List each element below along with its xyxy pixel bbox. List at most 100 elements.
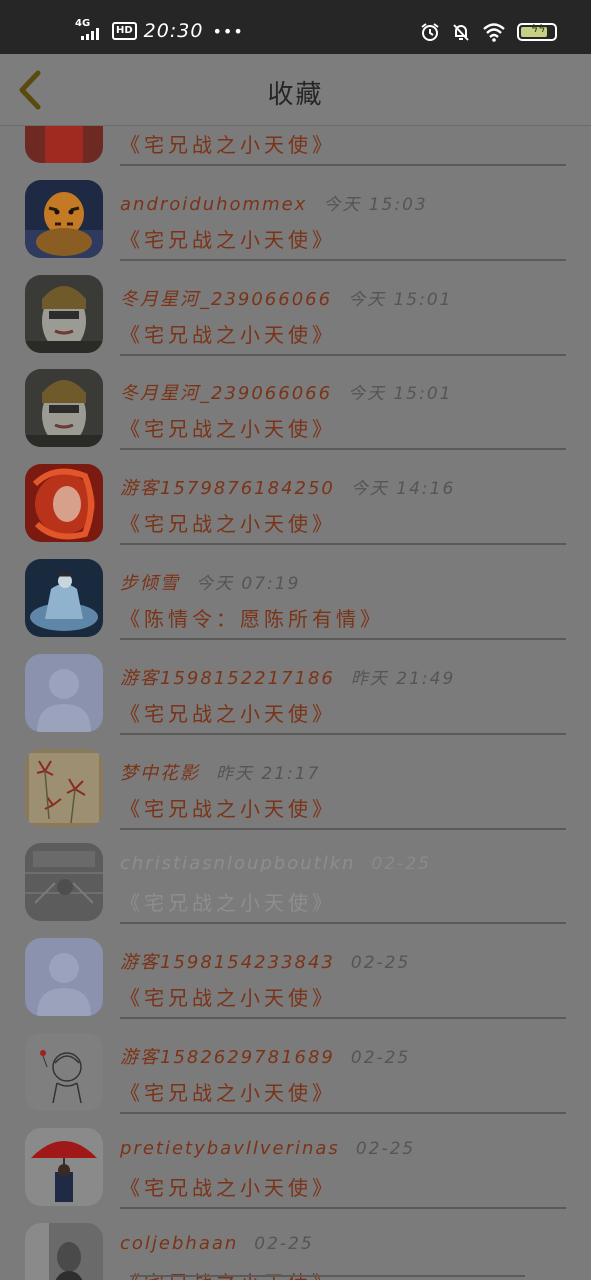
divider bbox=[120, 259, 566, 261]
favorite-item[interactable]: coljebhaan 02-25 《宅兄战之小天使》 bbox=[0, 1223, 591, 1280]
status-right: ϟϟ bbox=[420, 20, 557, 44]
divider bbox=[120, 922, 566, 924]
avatar[interactable] bbox=[25, 749, 103, 827]
user-name[interactable]: 冬月星河_239066066 bbox=[120, 289, 332, 310]
divider bbox=[120, 1017, 566, 1019]
item-meta: coljebhaan 02-25 bbox=[120, 1233, 314, 1254]
work-title-link[interactable]: 《宅兄战之小天使》 bbox=[120, 1267, 336, 1280]
timestamp: 今天 15:01 bbox=[348, 290, 453, 310]
favorite-item[interactable]: 步倾雪 今天 07:19 《陈情令：愿陈所有情》 bbox=[0, 559, 591, 654]
timestamp: 02-25 bbox=[350, 953, 411, 973]
avatar[interactable] bbox=[25, 1128, 103, 1206]
item-meta: 冬月星河_239066066 今天 15:01 bbox=[120, 285, 452, 311]
work-title-link[interactable]: 《宅兄战之小天使》 bbox=[120, 413, 336, 442]
favorite-item[interactable]: pretietybavllverinas 02-25 《宅兄战之小天使》 bbox=[0, 1128, 591, 1223]
header-bar: 收藏 bbox=[0, 54, 591, 126]
favorite-item[interactable]: androiduhommex 今天 15:03 《宅兄战之小天使》 bbox=[0, 180, 591, 275]
timestamp: 02-25 bbox=[371, 854, 431, 874]
divider bbox=[120, 1207, 566, 1209]
favorite-item[interactable]: christiasnloupboutlkn 02-25 《宅兄战之小天使》 bbox=[0, 843, 591, 938]
divider bbox=[120, 638, 566, 640]
item-meta: 梦中花影 昨天 21:17 bbox=[120, 759, 320, 785]
favorite-item[interactable]: 游客1598154233843 02-25 《宅兄战之小天使》 bbox=[0, 938, 591, 1033]
user-name[interactable]: 游客1598154233843 bbox=[120, 952, 335, 973]
favorite-item[interactable]: 《宅兄战之小天使》 bbox=[0, 126, 591, 180]
item-meta: 步倾雪 今天 07:19 bbox=[120, 569, 300, 595]
avatar[interactable] bbox=[25, 938, 103, 1016]
favorite-item[interactable]: 游客1579876184250 今天 14:16 《宅兄战之小天使》 bbox=[0, 464, 591, 559]
work-title-link[interactable]: 《宅兄战之小天使》 bbox=[120, 319, 336, 348]
divider bbox=[120, 733, 566, 735]
status-left: 4G HD 20:30 ••• bbox=[75, 18, 244, 44]
avatar[interactable] bbox=[25, 275, 103, 353]
favorites-list[interactable]: 《宅兄战之小天使》 androiduhommex 今天 15:03 《宅兄战之小天使》… bbox=[0, 126, 591, 1280]
item-meta: 游客1579876184250 今天 14:16 bbox=[120, 474, 455, 500]
user-name[interactable]: 游客1582629781689 bbox=[120, 1047, 335, 1068]
status-bar: 4G HD 20:30 ••• ϟϟ bbox=[0, 0, 591, 54]
avatar[interactable] bbox=[25, 180, 103, 258]
more-notifications-icon: ••• bbox=[212, 21, 244, 41]
favorite-item[interactable]: 梦中花影 昨天 21:17 《宅兄战之小天使》 bbox=[0, 749, 591, 844]
user-name[interactable]: 游客1579876184250 bbox=[120, 478, 335, 499]
work-title-link[interactable]: 《宅兄战之小天使》 bbox=[120, 793, 336, 822]
avatar[interactable] bbox=[25, 1223, 103, 1280]
timestamp: 今天 15:03 bbox=[323, 195, 428, 215]
item-meta: 游客1598154233843 02-25 bbox=[120, 948, 410, 974]
avatar[interactable] bbox=[25, 1033, 103, 1111]
user-name[interactable]: christiasnloupboutlkn bbox=[120, 853, 356, 874]
timestamp: 昨天 21:49 bbox=[350, 669, 456, 689]
user-name[interactable]: 冬月星河_239066066 bbox=[120, 383, 332, 404]
work-title-link[interactable]: 《宅兄战之小天使》 bbox=[120, 1172, 336, 1201]
favorite-item[interactable]: 冬月星河_239066066 今天 15:01 《宅兄战之小天使》 bbox=[0, 275, 591, 370]
notifications-off-icon bbox=[453, 24, 469, 41]
favorite-item[interactable]: 游客1582629781689 02-25 《宅兄战之小天使》 bbox=[0, 1033, 591, 1128]
timestamp: 02-25 bbox=[350, 1048, 411, 1068]
work-title-link[interactable]: 《宅兄战之小天使》 bbox=[120, 508, 336, 537]
status-time: 20:30 bbox=[143, 20, 204, 42]
wifi-icon bbox=[483, 23, 505, 42]
avatar[interactable] bbox=[25, 464, 103, 542]
work-title-link[interactable]: 《宅兄战之小天使》 bbox=[120, 1077, 336, 1106]
user-name[interactable]: 梦中花影 bbox=[120, 763, 200, 784]
timestamp: 02-25 bbox=[355, 1139, 416, 1159]
page-title: 收藏 bbox=[267, 80, 324, 110]
item-meta: pretietybavllverinas 02-25 bbox=[120, 1138, 415, 1159]
item-meta: androiduhommex 今天 15:03 bbox=[120, 190, 428, 215]
timestamp: 今天 15:01 bbox=[348, 384, 453, 404]
work-title-link[interactable]: 《宅兄战之小天使》 bbox=[120, 982, 336, 1011]
divider bbox=[120, 164, 566, 166]
user-name[interactable]: 步倾雪 bbox=[120, 573, 180, 594]
timestamp: 昨天 21:17 bbox=[216, 764, 321, 784]
user-name[interactable]: androiduhommex bbox=[120, 194, 307, 215]
user-name[interactable]: coljebhaan bbox=[120, 1233, 238, 1254]
avatar[interactable] bbox=[25, 843, 103, 921]
avatar[interactable] bbox=[25, 559, 103, 637]
avatar[interactable] bbox=[25, 369, 103, 447]
divider bbox=[120, 448, 566, 450]
work-title-link[interactable]: 《宅兄战之小天使》 bbox=[120, 887, 336, 916]
avatar[interactable] bbox=[25, 654, 103, 732]
work-title-link[interactable]: 《宅兄战之小天使》 bbox=[120, 224, 336, 253]
avatar[interactable] bbox=[25, 126, 103, 163]
item-meta: 游客1582629781689 02-25 bbox=[120, 1043, 410, 1069]
favorite-item[interactable]: 游客1598152217186 昨天 21:49 《宅兄战之小天使》 bbox=[0, 654, 591, 749]
alarm-icon bbox=[421, 23, 439, 41]
item-meta: christiasnloupboutlkn 02-25 bbox=[120, 853, 431, 874]
user-name[interactable]: 游客1598152217186 bbox=[120, 668, 335, 689]
timestamp: 02-25 bbox=[254, 1234, 314, 1254]
user-name[interactable]: pretietybavllverinas bbox=[120, 1138, 340, 1159]
divider bbox=[120, 543, 566, 545]
scroll-indicator bbox=[130, 1275, 525, 1277]
divider bbox=[120, 1112, 566, 1114]
hd-badge: HD bbox=[112, 22, 137, 40]
favorite-item[interactable]: 冬月星河_239066066 今天 15:01 《宅兄战之小天使》 bbox=[0, 369, 591, 464]
item-meta: 游客1598152217186 昨天 21:49 bbox=[120, 664, 455, 690]
work-title-link[interactable]: 《宅兄战之小天使》 bbox=[120, 698, 336, 727]
divider bbox=[120, 828, 566, 830]
work-title-link[interactable]: 《宅兄战之小天使》 bbox=[120, 129, 336, 158]
work-title-link[interactable]: 《陈情令：愿陈所有情》 bbox=[120, 603, 384, 632]
cellular-signal-icon: 4G bbox=[75, 18, 105, 44]
timestamp: 今天 07:19 bbox=[196, 574, 301, 594]
timestamp: 今天 14:16 bbox=[350, 479, 456, 499]
battery-icon: ϟϟ bbox=[517, 22, 557, 41]
